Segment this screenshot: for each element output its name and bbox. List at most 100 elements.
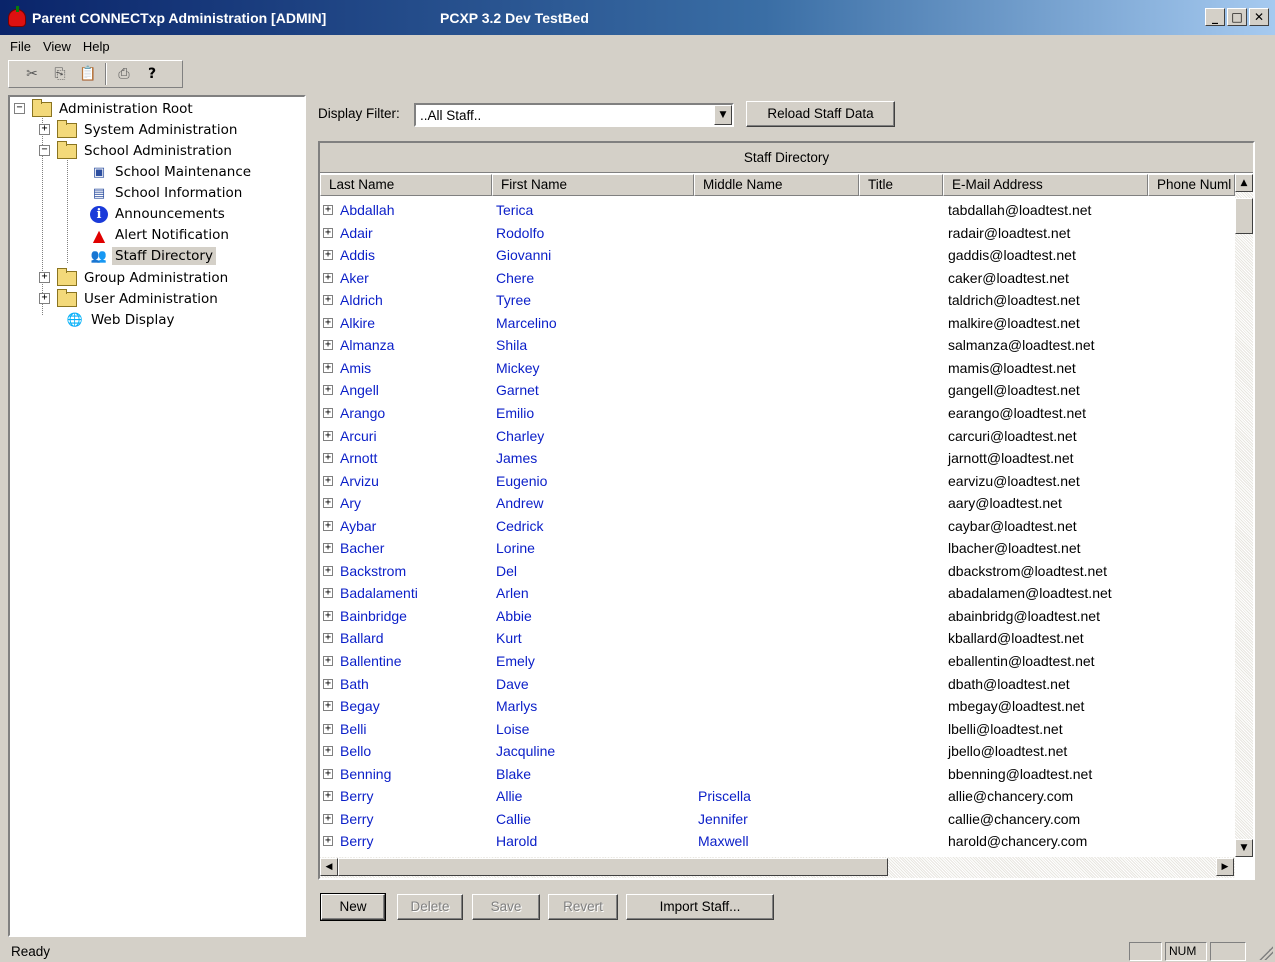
expand-row-icon[interactable]: +	[323, 430, 333, 441]
expand-row-icon[interactable]: +	[323, 362, 333, 373]
vertical-scrollbar[interactable]: ▲ ▼	[1235, 174, 1253, 857]
expand-row-icon[interactable]: +	[323, 453, 333, 464]
expand-row-icon[interactable]: +	[323, 227, 333, 238]
cut-icon[interactable]: ✂	[21, 63, 43, 85]
paste-icon[interactable]: 📋	[77, 63, 99, 85]
scroll-up-icon[interactable]: ▲	[1235, 174, 1253, 192]
revert-button[interactable]: Revert	[548, 894, 618, 920]
expand-row-icon[interactable]: +	[323, 407, 333, 418]
table-row[interactable]: + Aker Chere caker@loadtest.net	[320, 267, 1232, 290]
column-header-middle-name[interactable]: Middle Name	[694, 174, 859, 196]
table-row[interactable]: + Bath Dave dbath@loadtest.net	[320, 673, 1232, 696]
print-icon[interactable]: ⎙	[113, 63, 135, 85]
expand-row-icon[interactable]: +	[323, 678, 333, 689]
table-row[interactable]: + Arvizu Eugenio earvizu@loadtest.net	[320, 470, 1232, 493]
expand-icon[interactable]: +	[39, 293, 50, 304]
menu-view[interactable]: View	[37, 39, 77, 54]
expand-row-icon[interactable]: +	[323, 633, 333, 644]
maximize-button[interactable]: □	[1227, 8, 1247, 26]
scroll-left-icon[interactable]: ◀	[320, 858, 338, 876]
table-row[interactable]: + Backstrom Del dbackstrom@loadtest.net	[320, 560, 1232, 583]
table-row[interactable]: + Angell Garnet gangell@loadtest.net	[320, 379, 1232, 402]
column-header-title[interactable]: Title	[859, 174, 943, 196]
expand-icon[interactable]: +	[39, 272, 50, 283]
tree-node-root[interactable]: − Administration Root	[12, 98, 196, 119]
table-row[interactable]: + Bainbridge Abbie abainbridg@loadtest.net	[320, 605, 1232, 628]
expand-row-icon[interactable]: +	[323, 385, 333, 396]
column-header-last-name[interactable]: Last Name	[320, 174, 492, 196]
close-button[interactable]: ✕	[1249, 8, 1269, 26]
expand-row-icon[interactable]: +	[323, 250, 333, 261]
expand-row-icon[interactable]: +	[323, 610, 333, 621]
expand-row-icon[interactable]: +	[323, 475, 333, 486]
tree-node-school-admin[interactable]: − School Administration	[37, 140, 235, 161]
table-row[interactable]: + Alkire Marcelino malkire@loadtest.net	[320, 312, 1232, 335]
minimize-button[interactable]: _	[1205, 8, 1225, 26]
table-row[interactable]: + Bello Jacquline jbello@loadtest.net	[320, 740, 1232, 763]
table-row[interactable]: + Benning Blake bbenning@loadtest.net	[320, 763, 1232, 786]
import-staff-button[interactable]: Import Staff...	[626, 894, 774, 920]
tree-node-announcements[interactable]: i Announcements	[90, 204, 228, 224]
expand-row-icon[interactable]: +	[323, 295, 333, 306]
vertical-scroll-thumb[interactable]	[1235, 198, 1253, 234]
tree-node-system-admin[interactable]: + System Administration	[37, 119, 240, 140]
tree-node-group-admin[interactable]: + Group Administration	[37, 267, 231, 288]
expand-row-icon[interactable]: +	[323, 791, 333, 802]
expand-row-icon[interactable]: +	[323, 836, 333, 847]
expand-row-icon[interactable]: +	[323, 588, 333, 599]
table-row[interactable]: + Ary Andrew aary@loadtest.net	[320, 492, 1232, 515]
expand-row-icon[interactable]: +	[323, 340, 333, 351]
tree-node-alert-notification[interactable]: ▲ Alert Notification	[90, 225, 232, 245]
table-row[interactable]: + Badalamenti Arlen abadalamen@loadtest.net	[320, 582, 1232, 605]
table-row[interactable]: + Ballard Kurt kballard@loadtest.net	[320, 627, 1232, 650]
expand-row-icon[interactable]: +	[323, 543, 333, 554]
menu-file[interactable]: File	[4, 39, 37, 54]
table-row[interactable]: + Ballentine Emely eballentin@loadtest.net	[320, 650, 1232, 673]
table-row[interactable]: + Aldrich Tyree taldrich@loadtest.net	[320, 289, 1232, 312]
expand-row-icon[interactable]: +	[323, 656, 333, 666]
expand-icon[interactable]: +	[39, 124, 50, 135]
dropdown-arrow-icon[interactable]: ▼	[714, 105, 732, 125]
resize-grip-icon[interactable]	[1259, 946, 1273, 960]
table-row[interactable]: + Belli Loise lbelli@loadtest.net	[320, 718, 1232, 741]
collapse-icon[interactable]: −	[39, 145, 50, 156]
tree-node-user-admin[interactable]: + User Administration	[37, 288, 221, 309]
new-button[interactable]: New	[320, 893, 386, 921]
table-row[interactable]: + Aybar Cedrick caybar@loadtest.net	[320, 515, 1232, 538]
table-row[interactable]: + Addis Giovanni gaddis@loadtest.net	[320, 244, 1232, 267]
reload-staff-button[interactable]: Reload Staff Data	[746, 101, 895, 127]
table-row[interactable]: + Amis Mickey mamis@loadtest.net	[320, 357, 1232, 380]
expand-row-icon[interactable]: +	[323, 272, 333, 283]
column-header-email[interactable]: E-Mail Address	[943, 174, 1148, 196]
delete-button[interactable]: Delete	[397, 894, 463, 920]
save-button[interactable]: Save	[472, 894, 540, 920]
copy-icon[interactable]: ⎘	[49, 63, 71, 85]
expand-row-icon[interactable]: +	[323, 701, 333, 712]
column-header-first-name[interactable]: First Name	[492, 174, 694, 196]
table-row[interactable]: + Begay Marlys mbegay@loadtest.net	[320, 695, 1232, 718]
table-row[interactable]: + Arango Emilio earango@loadtest.net	[320, 402, 1232, 425]
expand-row-icon[interactable]: +	[323, 565, 333, 576]
expand-row-icon[interactable]: +	[323, 768, 333, 779]
tree-node-school-information[interactable]: ▤ School Information	[90, 183, 245, 203]
scroll-right-icon[interactable]: ▶	[1216, 858, 1234, 876]
expand-row-icon[interactable]: +	[323, 746, 333, 757]
expand-row-icon[interactable]: +	[323, 205, 333, 215]
help-icon[interactable]: ?	[141, 63, 163, 85]
apple-icon[interactable]	[8, 6, 26, 27]
expand-row-icon[interactable]: +	[323, 723, 333, 734]
collapse-icon[interactable]: −	[14, 103, 25, 114]
table-row[interactable]: + Berry Callie Jennifer callie@chancery.com	[320, 808, 1232, 831]
tree-node-web-display[interactable]: 🌐 Web Display	[66, 310, 178, 330]
expand-row-icon[interactable]: +	[323, 813, 333, 824]
horizontal-scroll-thumb[interactable]	[338, 858, 888, 876]
column-header-phone[interactable]: Phone Numl	[1148, 174, 1235, 196]
table-row[interactable]: + Almanza Shila salmanza@loadtest.net	[320, 334, 1232, 357]
tree-node-school-maintenance[interactable]: ▣ School Maintenance	[90, 162, 254, 182]
table-row[interactable]: + Berry Allie Priscella allie@chancery.com	[320, 785, 1232, 808]
display-filter-select[interactable]: ..All Staff.. ▼	[414, 103, 734, 127]
tree-node-staff-directory[interactable]: 👥 Staff Directory	[90, 246, 216, 266]
expand-row-icon[interactable]: +	[323, 520, 333, 531]
table-row[interactable]: + Arcuri Charley carcuri@loadtest.net	[320, 425, 1232, 448]
horizontal-scrollbar[interactable]: ◀ ▶	[320, 857, 1235, 878]
